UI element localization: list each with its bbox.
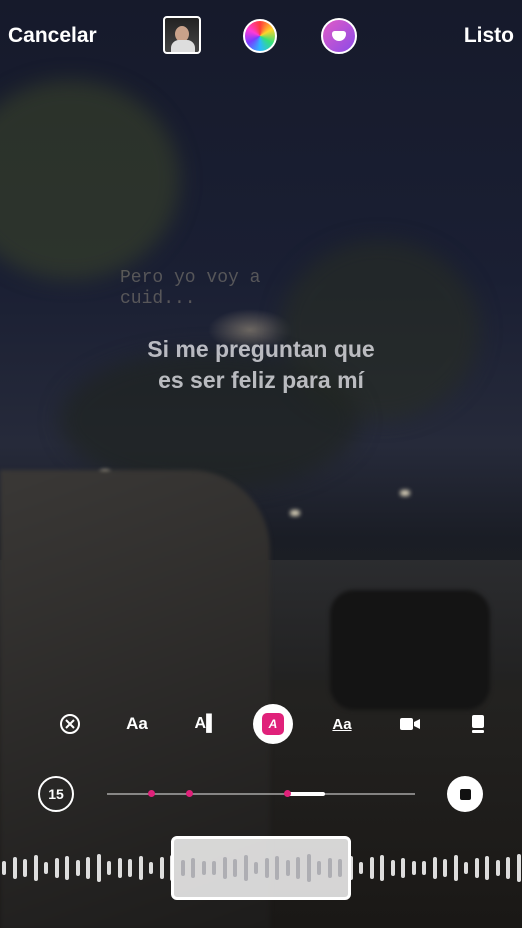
lyric-style-toolbar: Aa A▌ A Aa bbox=[0, 702, 522, 746]
album-cover-thumbnail[interactable] bbox=[163, 16, 201, 54]
sticker-face-icon[interactable] bbox=[321, 18, 357, 54]
artist-shirt bbox=[171, 40, 195, 52]
color-wheel-icon[interactable] bbox=[243, 19, 277, 53]
sticker-mouth bbox=[332, 31, 346, 41]
side-mirror bbox=[330, 590, 490, 710]
card-style-button[interactable] bbox=[458, 704, 498, 744]
waveform-bar bbox=[285, 860, 290, 876]
current-lyric[interactable]: Si me preguntan que es ser feliz para mí bbox=[0, 334, 522, 396]
waveform-bar bbox=[212, 861, 216, 875]
current-lyric-line: Si me preguntan que bbox=[147, 336, 375, 362]
palm-tree-foliage bbox=[0, 80, 180, 280]
done-button[interactable]: Listo bbox=[464, 24, 514, 48]
duration-button[interactable]: 15 bbox=[38, 776, 74, 812]
video-style-button[interactable] bbox=[390, 704, 430, 744]
waveform-bar bbox=[317, 861, 321, 875]
video-icon bbox=[400, 718, 420, 730]
waveform-bar bbox=[191, 858, 195, 878]
top-bar: Cancelar Listo bbox=[0, 0, 522, 70]
remove-lyrics-button[interactable] bbox=[50, 704, 90, 744]
current-lyric-line: es ser feliz para mí bbox=[158, 367, 364, 393]
lyric-marker bbox=[284, 790, 291, 797]
previous-lyric-line: Pero yo voy a bbox=[120, 268, 261, 288]
audio-waveform-selected bbox=[0, 838, 522, 898]
clip-timeline: 15 bbox=[0, 776, 522, 816]
cancel-button[interactable]: Cancelar bbox=[8, 24, 97, 48]
waveform-bar bbox=[180, 860, 185, 876]
stop-icon bbox=[459, 788, 471, 800]
street-light bbox=[290, 510, 300, 516]
waveform-bar bbox=[338, 859, 342, 877]
waveform-bar bbox=[233, 859, 237, 877]
waveform-bar bbox=[327, 858, 332, 878]
highlight-style-icon: A bbox=[262, 713, 284, 735]
font-size-button[interactable]: Aa bbox=[117, 704, 157, 744]
highlight-style-button[interactable]: A bbox=[253, 704, 293, 744]
street-light bbox=[400, 490, 410, 496]
font-style-button[interactable]: A▌ bbox=[186, 704, 226, 744]
waveform-bar bbox=[201, 861, 206, 875]
lyric-marker bbox=[186, 790, 193, 797]
waveform-bar bbox=[275, 856, 279, 880]
close-circle-icon bbox=[60, 714, 80, 734]
waveform-bar bbox=[306, 854, 311, 882]
previous-lyric: Pero yo voy a cuid... bbox=[120, 268, 260, 310]
waveform-bar bbox=[296, 857, 300, 879]
waveform-bar bbox=[264, 858, 269, 878]
previous-lyric-line: cuid... bbox=[120, 289, 196, 309]
text-style-button[interactable]: Aa bbox=[322, 704, 362, 744]
timeline-selection bbox=[287, 792, 325, 796]
card-icon bbox=[472, 715, 484, 733]
waveform-bar bbox=[254, 862, 258, 874]
waveform-bar bbox=[222, 857, 227, 879]
waveform-bar bbox=[243, 855, 248, 881]
lyric-marker bbox=[148, 790, 155, 797]
stop-button[interactable] bbox=[447, 776, 483, 812]
